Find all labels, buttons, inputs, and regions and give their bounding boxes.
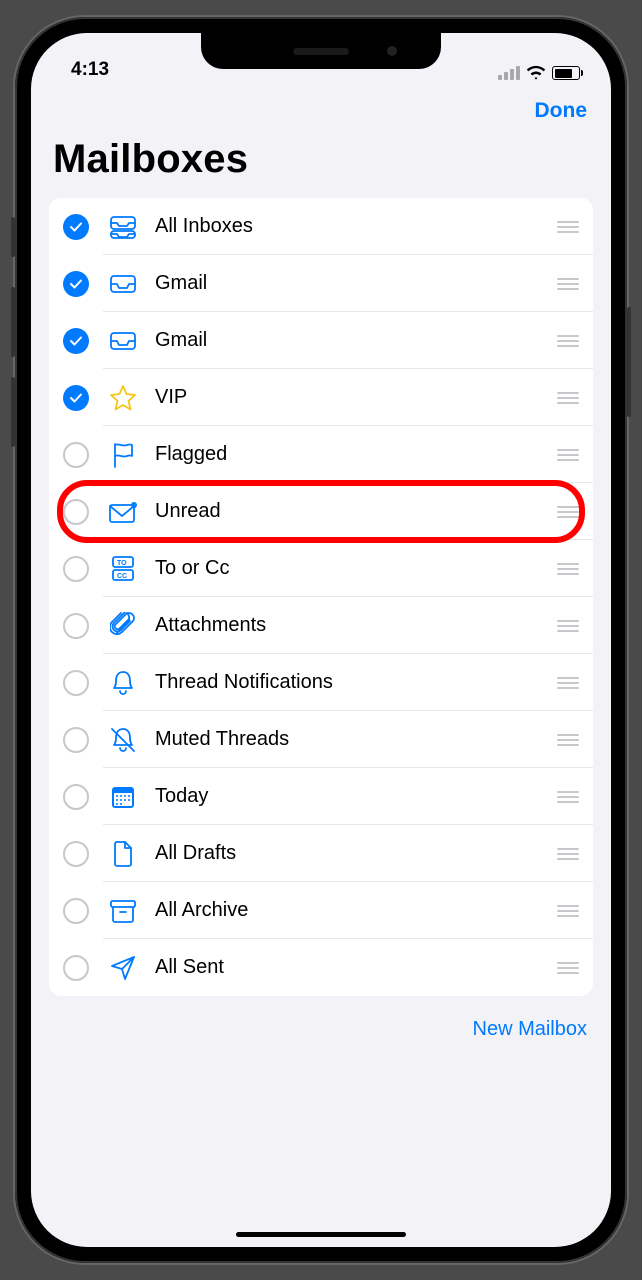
mailbox-label: Flagged	[155, 443, 557, 466]
star-icon	[105, 383, 141, 413]
mailbox-row[interactable]: Unread	[49, 483, 593, 540]
phone-frame: 4:13 Done Mailboxes All Inboxes Gmail Gmai…	[15, 17, 627, 1263]
mailbox-label: Gmail	[155, 329, 557, 352]
mailbox-label: Unread	[155, 500, 557, 523]
mailbox-row[interactable]: Thread Notifications	[49, 654, 593, 711]
empty-circle-icon[interactable]	[63, 442, 89, 468]
calendar-icon	[105, 782, 141, 812]
mailbox-label: All Drafts	[155, 842, 557, 865]
mailbox-label: Attachments	[155, 614, 557, 637]
empty-circle-icon[interactable]	[63, 613, 89, 639]
empty-circle-icon[interactable]	[63, 556, 89, 582]
mailbox-label: All Sent	[155, 956, 557, 979]
empty-circle-icon[interactable]	[63, 499, 89, 525]
drag-handle-icon[interactable]	[557, 962, 579, 974]
paperclip-icon	[105, 611, 141, 641]
checkmark-circle-icon[interactable]	[63, 214, 89, 240]
page-title: Mailboxes	[31, 133, 611, 198]
checkmark-circle-icon[interactable]	[63, 328, 89, 354]
mailbox-label: To or Cc	[155, 557, 557, 580]
empty-circle-icon[interactable]	[63, 955, 89, 981]
mailbox-label: Gmail	[155, 272, 557, 295]
empty-circle-icon[interactable]	[63, 898, 89, 924]
empty-circle-icon[interactable]	[63, 841, 89, 867]
all-inboxes-icon	[105, 212, 141, 242]
mailbox-row[interactable]: All Inboxes	[49, 198, 593, 255]
bell-slash-icon	[105, 725, 141, 755]
drag-handle-icon[interactable]	[557, 620, 579, 632]
battery-icon	[552, 66, 583, 80]
drag-handle-icon[interactable]	[557, 791, 579, 803]
send-icon	[105, 953, 141, 983]
mailbox-row[interactable]: Muted Threads	[49, 711, 593, 768]
mailbox-label: VIP	[155, 386, 557, 409]
cellular-signal-icon	[498, 66, 520, 80]
svg-text:CC: CC	[117, 573, 127, 580]
mailbox-row[interactable]: Flagged	[49, 426, 593, 483]
inbox-icon	[105, 269, 141, 299]
mailbox-label: Muted Threads	[155, 728, 557, 751]
wifi-icon	[526, 65, 546, 81]
mailbox-row[interactable]: Gmail	[49, 255, 593, 312]
mailbox-row[interactable]: Gmail	[49, 312, 593, 369]
svg-text:TO: TO	[117, 560, 127, 567]
drag-handle-icon[interactable]	[557, 506, 579, 518]
nav-bar: Done	[31, 85, 611, 133]
mailbox-row[interactable]: Attachments	[49, 597, 593, 654]
mailbox-label: All Archive	[155, 899, 557, 922]
mailbox-row[interactable]: Today	[49, 768, 593, 825]
archive-icon	[105, 896, 141, 926]
mailbox-list: All Inboxes Gmail Gmail VIP Flagged Unread TO C…	[49, 198, 593, 996]
flag-icon	[105, 440, 141, 470]
new-mailbox-button[interactable]: New Mailbox	[473, 1018, 587, 1041]
drag-handle-icon[interactable]	[557, 449, 579, 461]
bottom-toolbar: New Mailbox	[31, 996, 611, 1063]
to-cc-icon: TO CC	[105, 554, 141, 584]
checkmark-circle-icon[interactable]	[63, 271, 89, 297]
bell-icon	[105, 668, 141, 698]
done-button[interactable]: Done	[535, 99, 588, 123]
drag-handle-icon[interactable]	[557, 734, 579, 746]
notch	[201, 33, 441, 69]
drag-handle-icon[interactable]	[557, 848, 579, 860]
empty-circle-icon[interactable]	[63, 784, 89, 810]
mailbox-label: Thread Notifications	[155, 671, 557, 694]
unread-icon	[105, 497, 141, 527]
drag-handle-icon[interactable]	[557, 563, 579, 575]
drag-handle-icon[interactable]	[557, 335, 579, 347]
mailbox-row[interactable]: TO CC To or Cc	[49, 540, 593, 597]
drag-handle-icon[interactable]	[557, 278, 579, 290]
mailbox-row[interactable]: VIP	[49, 369, 593, 426]
checkmark-circle-icon[interactable]	[63, 385, 89, 411]
drag-handle-icon[interactable]	[557, 905, 579, 917]
document-icon	[105, 839, 141, 869]
mailbox-row[interactable]: All Archive	[49, 882, 593, 939]
empty-circle-icon[interactable]	[63, 727, 89, 753]
drag-handle-icon[interactable]	[557, 677, 579, 689]
mailbox-row[interactable]: All Sent	[49, 939, 593, 996]
status-time: 4:13	[71, 59, 109, 81]
drag-handle-icon[interactable]	[557, 392, 579, 404]
mailbox-label: All Inboxes	[155, 215, 557, 238]
empty-circle-icon[interactable]	[63, 670, 89, 696]
drag-handle-icon[interactable]	[557, 221, 579, 233]
mailbox-row[interactable]: All Drafts	[49, 825, 593, 882]
mailbox-label: Today	[155, 785, 557, 808]
inbox-icon	[105, 326, 141, 356]
screen: 4:13 Done Mailboxes All Inboxes Gmail Gmai…	[31, 33, 611, 1247]
home-indicator[interactable]	[236, 1232, 406, 1237]
